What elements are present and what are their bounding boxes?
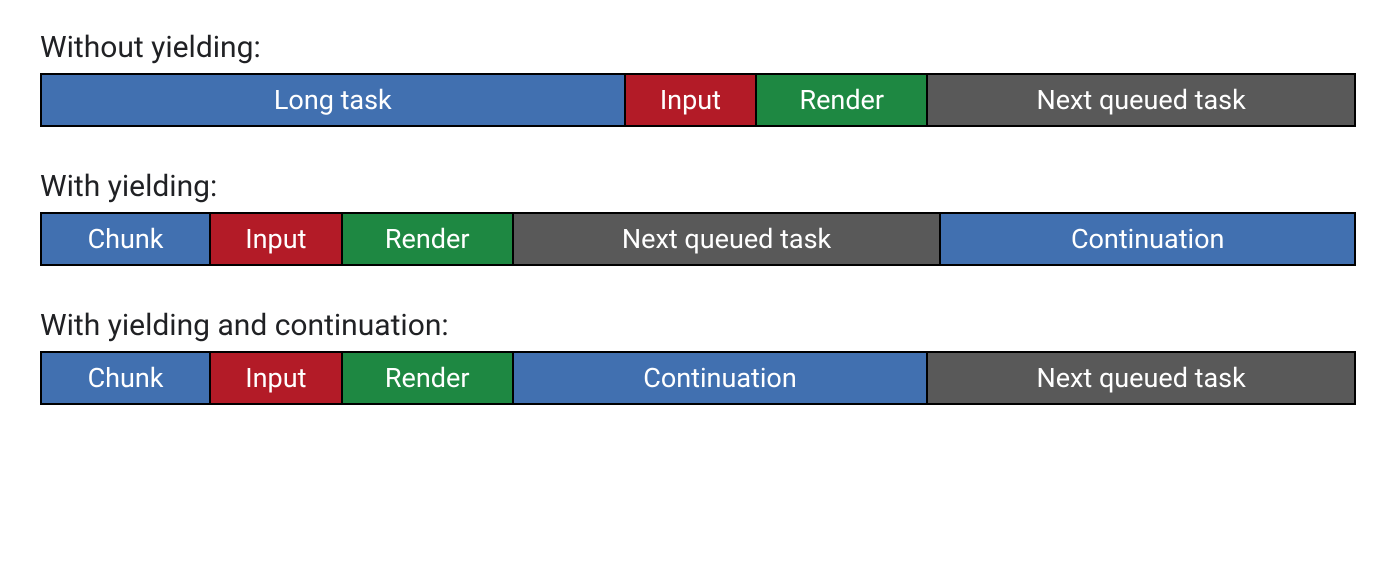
segment-input: Input: [626, 73, 758, 127]
segment-chunk: Chunk: [40, 212, 211, 266]
section-title: With yielding and continuation:: [40, 308, 1356, 343]
segment-input: Input: [211, 351, 343, 405]
segment-continuation: Continuation: [514, 351, 929, 405]
section-1: With yielding: ChunkInputRenderNext queue…: [40, 169, 1356, 266]
segment-next-queued-task: Next queued task: [928, 73, 1356, 127]
timeline-row: Long taskInputRenderNext queued task: [40, 73, 1356, 127]
task-yielding-diagram: Without yielding:Long taskInputRenderNex…: [40, 30, 1356, 405]
segment-render: Render: [343, 351, 514, 405]
timeline-row: ChunkInputRenderContinuationNext queued …: [40, 351, 1356, 405]
section-2: With yielding and continuation: ChunkInpu…: [40, 308, 1356, 405]
segment-chunk: Chunk: [40, 351, 211, 405]
segment-long-task: Long task: [40, 73, 626, 127]
segment-continuation: Continuation: [941, 212, 1356, 266]
timeline-row: ChunkInputRenderNext queued taskContinua…: [40, 212, 1356, 266]
segment-input: Input: [211, 212, 343, 266]
segment-next-queued-task: Next queued task: [514, 212, 942, 266]
segment-render: Render: [757, 73, 928, 127]
section-0: Without yielding: Long taskInputRenderNex…: [40, 30, 1356, 127]
segment-next-queued-task: Next queued task: [928, 351, 1356, 405]
segment-render: Render: [343, 212, 514, 266]
section-title: Without yielding:: [40, 30, 1356, 65]
section-title: With yielding:: [40, 169, 1356, 204]
